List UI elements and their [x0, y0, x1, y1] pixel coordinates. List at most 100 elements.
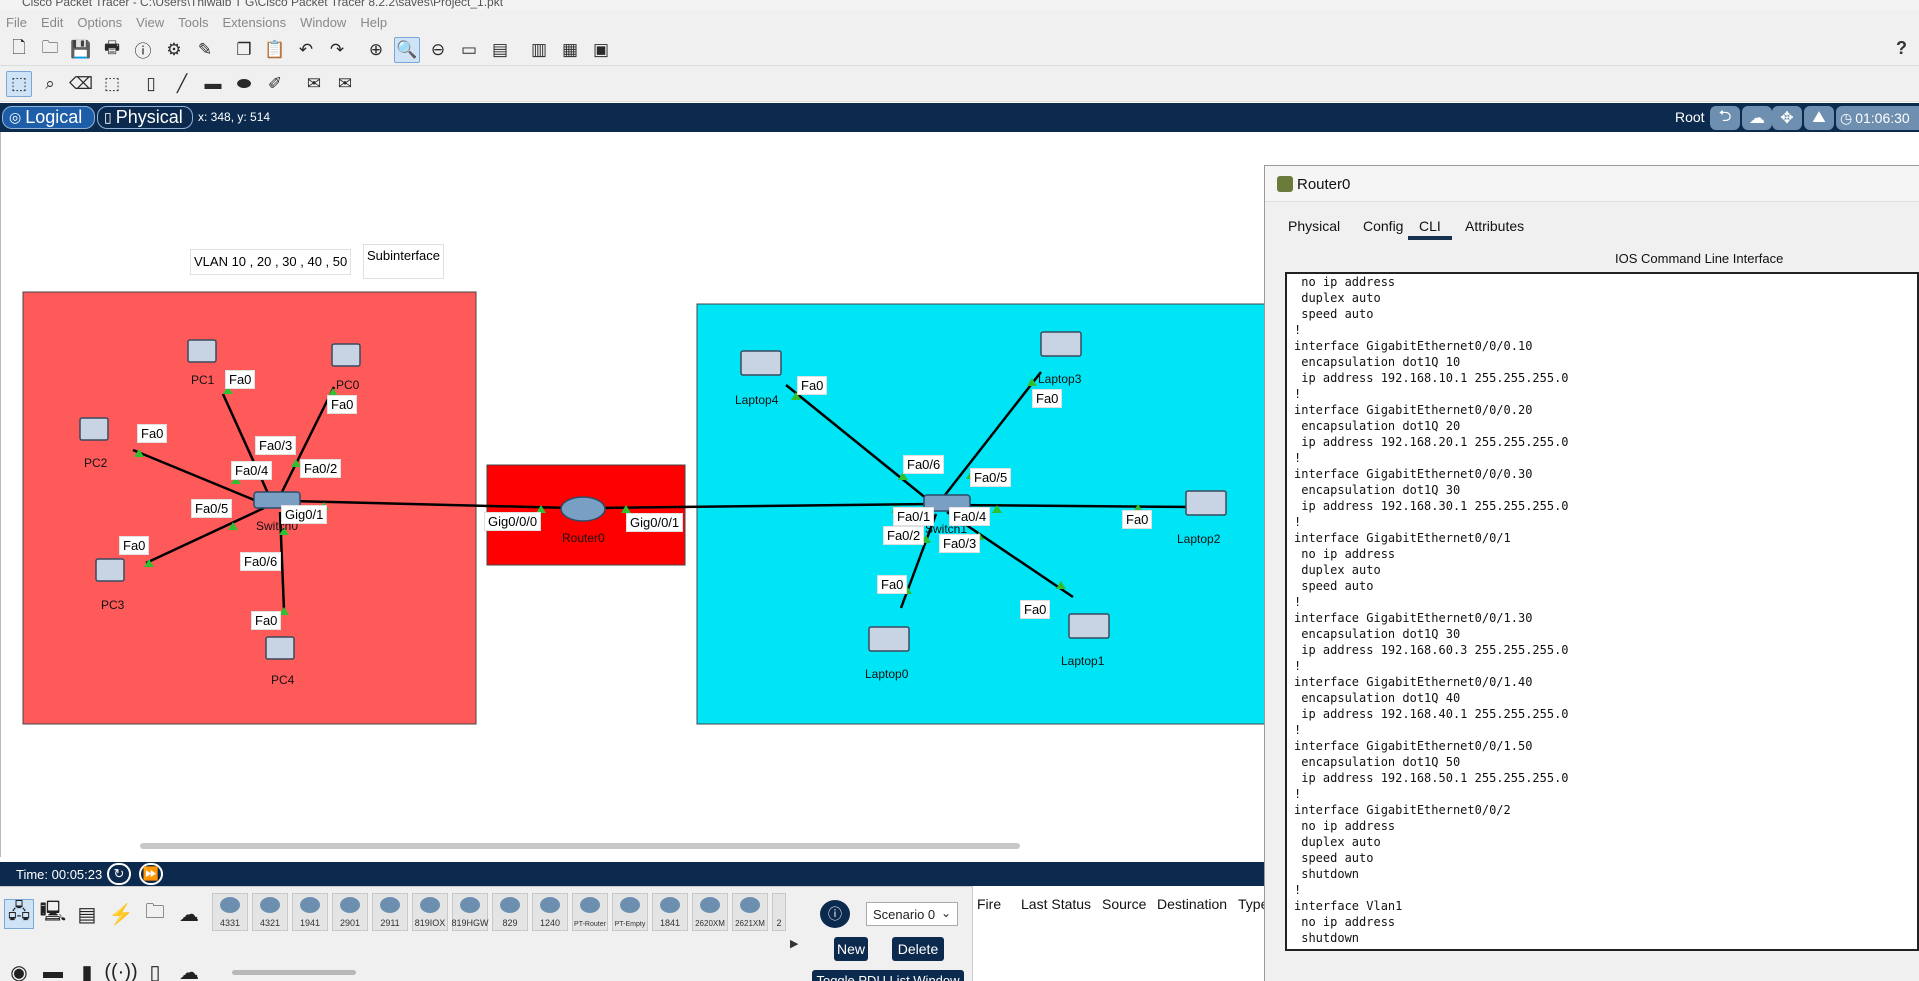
place-note-icon[interactable]: ▯ [138, 71, 164, 97]
undo-icon[interactable]: ↶ [293, 37, 319, 63]
draw-ellipse-icon[interactable]: ⬬ [231, 71, 257, 97]
model-1240[interactable]: 1240 [532, 893, 568, 931]
new-file-icon[interactable]: 🗋 [6, 37, 32, 63]
model-829[interactable]: 829 [492, 893, 528, 931]
pdu-col-destination[interactable]: Destination [1157, 896, 1227, 912]
pdu-col-source[interactable]: Source [1102, 896, 1146, 912]
model-2911[interactable]: 2911 [372, 893, 408, 931]
pdu-col-fire[interactable]: Fire [977, 896, 1001, 912]
subinterface-note[interactable]: Subinterface [363, 244, 444, 279]
tab-config[interactable]: Config [1363, 218, 1403, 234]
laptop0-icon[interactable] [868, 626, 910, 652]
logical-view-button[interactable]: ◎ Logical [2, 106, 95, 129]
physical-view-button[interactable]: ▯ Physical [97, 106, 193, 129]
background-image-icon[interactable]: ⛰ [1804, 106, 1834, 130]
copy-icon[interactable]: ❐ [231, 37, 257, 63]
open-folder-icon[interactable]: 🗀 [37, 37, 63, 63]
components-icon[interactable]: ▤ [72, 899, 102, 929]
new-scenario-button[interactable]: New [834, 937, 868, 961]
pc3-icon[interactable] [95, 558, 125, 582]
pc0-icon[interactable] [331, 343, 361, 367]
router0-icon[interactable] [560, 496, 606, 522]
power-cycle-icon[interactable]: ↻ [107, 863, 131, 885]
laptop4-icon[interactable] [740, 350, 782, 376]
cli-terminal[interactable]: no ip address duplex auto speed auto! int… [1285, 272, 1919, 951]
model-2621xm[interactable]: 2621XM [732, 893, 768, 931]
draw-rectangle-icon[interactable]: ▬ [200, 71, 226, 97]
help-icon[interactable]: ? [1896, 38, 1907, 59]
pc2-icon[interactable] [79, 417, 109, 441]
menu-window[interactable]: Window [300, 15, 346, 30]
tab-physical[interactable]: Physical [1288, 218, 1340, 234]
print-icon[interactable]: 🖶 [99, 37, 125, 63]
miscellaneous-icon[interactable]: 🗀 [140, 899, 170, 929]
model-4331[interactable]: 4331 [212, 893, 248, 931]
delete-scenario-button[interactable]: Delete [892, 937, 944, 961]
model-partial[interactable]: 2 [772, 893, 786, 931]
end-devices-icon[interactable]: 🖳 [38, 899, 68, 929]
menu-view[interactable]: View [136, 15, 164, 30]
connections-icon[interactable]: ⚡ [106, 899, 136, 929]
model-pt-router[interactable]: PT-Router [572, 893, 608, 931]
model-819iox[interactable]: 819IOX [412, 893, 448, 931]
model-2620xm[interactable]: 2620XM [692, 893, 728, 931]
tab-attributes[interactable]: Attributes [1465, 218, 1524, 234]
switches-icon[interactable]: ▬ [38, 957, 68, 981]
router-window-titlebar[interactable]: Router0 [1265, 166, 1919, 202]
models-scrollbar[interactable] [232, 970, 356, 975]
wireless-icon[interactable]: ((·)) [104, 957, 137, 981]
cluster-cloud-icon[interactable]: ☁ [1742, 106, 1772, 130]
resize-shape-icon[interactable]: ⬚ [99, 71, 125, 97]
scenario-info-icon[interactable]: ⓘ [820, 900, 850, 928]
device-dialog-icon[interactable]: ▦ [557, 37, 583, 63]
activity-wizard-icon[interactable]: ✎ [192, 37, 218, 63]
menu-options[interactable]: Options [77, 15, 122, 30]
canvas-horizontal-scrollbar[interactable] [140, 843, 1020, 849]
menu-tools[interactable]: Tools [178, 15, 208, 30]
zoom-in-icon[interactable]: ⊕ [363, 37, 389, 63]
move-object-icon[interactable]: ✥ [1772, 106, 1802, 130]
play-arrow-icon[interactable]: ▶ [790, 937, 798, 950]
info-icon[interactable]: ⓘ [130, 37, 156, 63]
laptop1-icon[interactable] [1068, 613, 1110, 639]
wan-emulation-icon[interactable]: ☁ [174, 957, 204, 981]
add-complex-pdu-icon[interactable]: ✉ [332, 71, 358, 97]
image-icon[interactable]: ▣ [588, 37, 614, 63]
paste-icon[interactable]: 📋 [262, 37, 288, 63]
draw-line-icon[interactable]: ╱ [169, 71, 195, 97]
back-icon[interactable]: ⮌ [1710, 106, 1740, 130]
menu-file[interactable]: File [6, 15, 27, 30]
add-simple-pdu-icon[interactable]: ✉ [301, 71, 327, 97]
scenario-select[interactable]: Scenario 0 ⌄ [866, 902, 958, 926]
model-1841[interactable]: 1841 [652, 893, 688, 931]
custom-device-icon[interactable]: ▤ [487, 37, 513, 63]
laptop2-icon[interactable] [1185, 490, 1227, 516]
select-icon[interactable]: ⬚ [6, 70, 32, 97]
laptop3-icon[interactable] [1040, 331, 1082, 357]
toggle-pdu-list-button[interactable]: Toggle PDU List Window [812, 970, 964, 981]
pc1-icon[interactable] [187, 339, 217, 363]
routers-icon[interactable]: ◉ [4, 957, 34, 981]
security-icon[interactable]: ▯ [140, 957, 170, 981]
menu-edit[interactable]: Edit [41, 15, 63, 30]
zoom-reset-icon[interactable]: 🔍 [394, 36, 420, 63]
network-devices-icon[interactable]: 🖧 [4, 899, 34, 929]
model-1941[interactable]: 1941 [292, 893, 328, 931]
pdu-col-last-status[interactable]: Last Status [1021, 896, 1091, 912]
model-pt-empty[interactable]: PT-Empty [612, 893, 648, 931]
model-4321[interactable]: 4321 [252, 893, 288, 931]
drawing-palette-icon[interactable]: ▭ [456, 37, 482, 63]
save-icon[interactable]: 💾 [68, 37, 94, 63]
menu-extensions[interactable]: Extensions [222, 15, 286, 30]
hubs-icon[interactable]: ▮ [72, 957, 102, 981]
model-2901[interactable]: 2901 [332, 893, 368, 931]
multiuser-icon[interactable]: ☁ [174, 899, 204, 929]
redo-icon[interactable]: ↷ [324, 37, 350, 63]
pc4-icon[interactable] [265, 636, 295, 660]
fast-forward-icon[interactable]: ⏩ [139, 863, 163, 885]
viewport-icon[interactable]: ▥ [526, 37, 552, 63]
menu-help[interactable]: Help [360, 15, 387, 30]
vlan-note[interactable]: VLAN 10 , 20 , 30 , 40 , 50 [190, 249, 352, 275]
network-wizard-icon[interactable]: ⚙ [161, 37, 187, 63]
zoom-out-icon[interactable]: ⊖ [425, 37, 451, 63]
